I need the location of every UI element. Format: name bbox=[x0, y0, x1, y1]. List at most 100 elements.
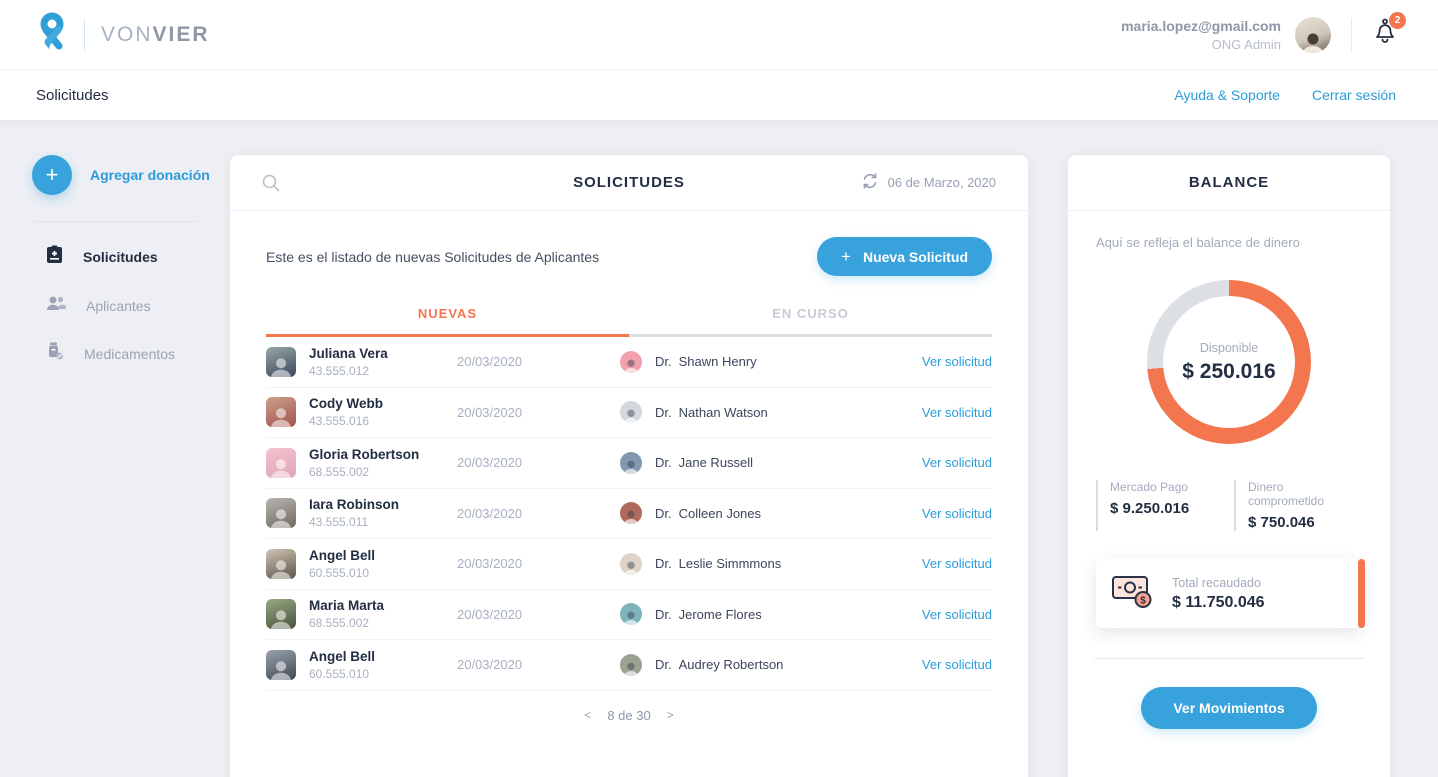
search-icon[interactable] bbox=[262, 174, 280, 192]
new-request-button[interactable]: + Nueva Solicitud bbox=[817, 237, 992, 276]
sidebar-item-aplicantes[interactable]: Aplicantes bbox=[0, 282, 230, 329]
balance-divider bbox=[1094, 658, 1364, 659]
stat-dinero-comprometido: Dinero comprometido $ 750.046 bbox=[1234, 480, 1362, 531]
total-value: $ 11.750.046 bbox=[1172, 593, 1265, 611]
request-row: Angel Bell 60.555.010 20/03/2020 Dr. Audr… bbox=[266, 640, 992, 691]
pagination: < 8 de 30 > bbox=[266, 708, 992, 723]
applicant-avatar bbox=[266, 498, 296, 529]
current-date: 06 de Marzo, 2020 bbox=[887, 175, 996, 190]
money-icon: $ bbox=[1110, 572, 1156, 615]
view-request-link[interactable]: Ver solicitud bbox=[922, 506, 992, 521]
plus-icon: + bbox=[32, 155, 72, 195]
view-request-link[interactable]: Ver solicitud bbox=[922, 657, 992, 672]
solicitudes-panel: SOLICITUDES 06 de Marzo, 2020 Este es el… bbox=[230, 155, 1028, 777]
applicant-name: Gloria Robertson bbox=[309, 446, 420, 462]
request-date: 20/03/2020 bbox=[457, 505, 523, 521]
applicant-avatar bbox=[266, 599, 296, 630]
sidebar-item-medicamentos[interactable]: Medicamentos bbox=[0, 329, 230, 378]
prev-page-button[interactable]: < bbox=[584, 708, 591, 722]
add-donation-button[interactable]: + Agregar donación bbox=[32, 155, 230, 195]
vonvier-ribbon-logo-icon bbox=[36, 12, 68, 57]
applicant-avatar bbox=[266, 548, 296, 579]
total-raised-card: $ Total recaudado $ 11.750.046 bbox=[1096, 559, 1365, 628]
view-request-link[interactable]: Ver solicitud bbox=[922, 405, 992, 420]
request-row: Iara Robinson 43.555.011 20/03/2020 Dr. C… bbox=[266, 489, 992, 539]
request-date: 20/03/2020 bbox=[457, 354, 523, 370]
people-icon bbox=[46, 295, 66, 316]
doctor-name: Dr. Leslie Simmmons bbox=[655, 556, 782, 572]
applicant-id: 43.555.012 bbox=[309, 363, 370, 378]
orange-accent-bar bbox=[1358, 559, 1365, 628]
top-header: VONVIER maria.lopez@gmail.com ONG Admin … bbox=[0, 0, 1438, 70]
applicant-id: 43.555.016 bbox=[309, 414, 370, 429]
doctor-avatar bbox=[620, 401, 642, 424]
applicant-id: 68.555.002 bbox=[309, 464, 370, 479]
medicine-icon bbox=[46, 342, 64, 365]
user-info: maria.lopez@gmail.com ONG Admin bbox=[1121, 18, 1281, 52]
doctor-avatar bbox=[620, 451, 642, 474]
next-page-button[interactable]: > bbox=[667, 708, 674, 722]
donut-value: $ 250.016 bbox=[1182, 359, 1276, 383]
svg-text:$: $ bbox=[1140, 596, 1146, 607]
applicant-name: Maria Marta bbox=[309, 598, 385, 614]
breadcrumb: Solicitudes bbox=[36, 86, 109, 104]
brand-divider bbox=[84, 18, 85, 51]
header-divider bbox=[1351, 17, 1352, 52]
notification-badge: 2 bbox=[1389, 12, 1406, 29]
balance-subtitle: Aquí se refleja el balance de dinero bbox=[1096, 235, 1300, 250]
logout-link[interactable]: Cerrar sesión bbox=[1312, 87, 1396, 103]
sidebar-item-solicitudes[interactable]: Solicitudes bbox=[0, 232, 230, 282]
applicant-avatar bbox=[266, 649, 296, 680]
intro-text: Este es el listado de nuevas Solicitudes… bbox=[266, 248, 600, 265]
plus-icon: + bbox=[841, 246, 851, 266]
add-donation-label: Agregar donación bbox=[90, 167, 210, 183]
request-row: Juliana Vera 43.555.012 20/03/2020 Dr. Sh… bbox=[266, 337, 992, 388]
applicant-avatar bbox=[266, 346, 296, 377]
applicant-id: 60.555.010 bbox=[309, 666, 370, 681]
applicant-name: Cody Webb bbox=[309, 396, 383, 412]
stat-mercado-pago: Mercado Pago $ 9.250.016 bbox=[1096, 480, 1224, 531]
request-row: Maria Marta 68.555.002 20/03/2020 Dr. Jer… bbox=[266, 590, 992, 640]
applicant-avatar bbox=[266, 447, 296, 478]
applicant-id: 60.555.010 bbox=[309, 565, 370, 580]
doctor-avatar bbox=[620, 552, 642, 575]
view-movements-button[interactable]: Ver Movimientos bbox=[1141, 687, 1317, 729]
applicant-name: Angel Bell bbox=[309, 547, 376, 563]
sidebar: + Agregar donación Solicitudes Aplicante… bbox=[0, 120, 230, 777]
refresh-icon[interactable] bbox=[862, 173, 878, 192]
applicant-avatar bbox=[266, 397, 296, 428]
brand-name: VONVIER bbox=[101, 22, 210, 46]
doctor-name: Dr. Audrey Robertson bbox=[655, 657, 784, 673]
brand: VONVIER bbox=[36, 12, 210, 57]
request-row: Cody Webb 43.555.016 20/03/2020 Dr. Natha… bbox=[266, 388, 992, 438]
view-request-link[interactable]: Ver solicitud bbox=[922, 607, 992, 622]
sidebar-divider bbox=[34, 221, 196, 222]
applicant-id: 43.555.011 bbox=[309, 515, 369, 530]
request-date: 20/03/2020 bbox=[457, 404, 523, 420]
view-request-link[interactable]: Ver solicitud bbox=[922, 556, 992, 571]
doctor-avatar bbox=[620, 502, 642, 525]
donut-label: Disponible bbox=[1199, 340, 1259, 355]
tab-nuevas[interactable]: NUEVAS bbox=[266, 306, 629, 337]
doctor-avatar bbox=[620, 350, 642, 373]
doctor-avatar bbox=[620, 603, 642, 626]
help-support-link[interactable]: Ayuda & Soporte bbox=[1174, 87, 1280, 103]
view-request-link[interactable]: Ver solicitud bbox=[922, 455, 992, 470]
balance-panel-header: BALANCE bbox=[1068, 155, 1390, 211]
page-indicator: 8 de 30 bbox=[607, 707, 651, 723]
view-request-link[interactable]: Ver solicitud bbox=[922, 354, 992, 369]
request-date: 20/03/2020 bbox=[457, 606, 523, 622]
balance-donut-chart: Disponible $ 250.016 bbox=[1147, 280, 1311, 444]
applicant-id: 68.555.002 bbox=[309, 616, 370, 631]
clipboard-icon bbox=[46, 245, 63, 269]
sidebar-item-label: Aplicantes bbox=[86, 297, 151, 314]
request-row: Angel Bell 60.555.010 20/03/2020 Dr. Lesl… bbox=[266, 539, 992, 590]
doctor-name: Dr. Colleen Jones bbox=[655, 505, 762, 521]
user-avatar[interactable] bbox=[1295, 16, 1331, 53]
applicant-name: Angel Bell bbox=[309, 648, 376, 664]
doctor-name: Dr. Shawn Henry bbox=[655, 354, 757, 370]
request-date: 20/03/2020 bbox=[457, 657, 523, 673]
tab-en-curso[interactable]: EN CURSO bbox=[629, 306, 992, 337]
notifications-bell-icon[interactable]: 2 bbox=[1372, 12, 1406, 51]
doctor-avatar bbox=[620, 653, 642, 676]
